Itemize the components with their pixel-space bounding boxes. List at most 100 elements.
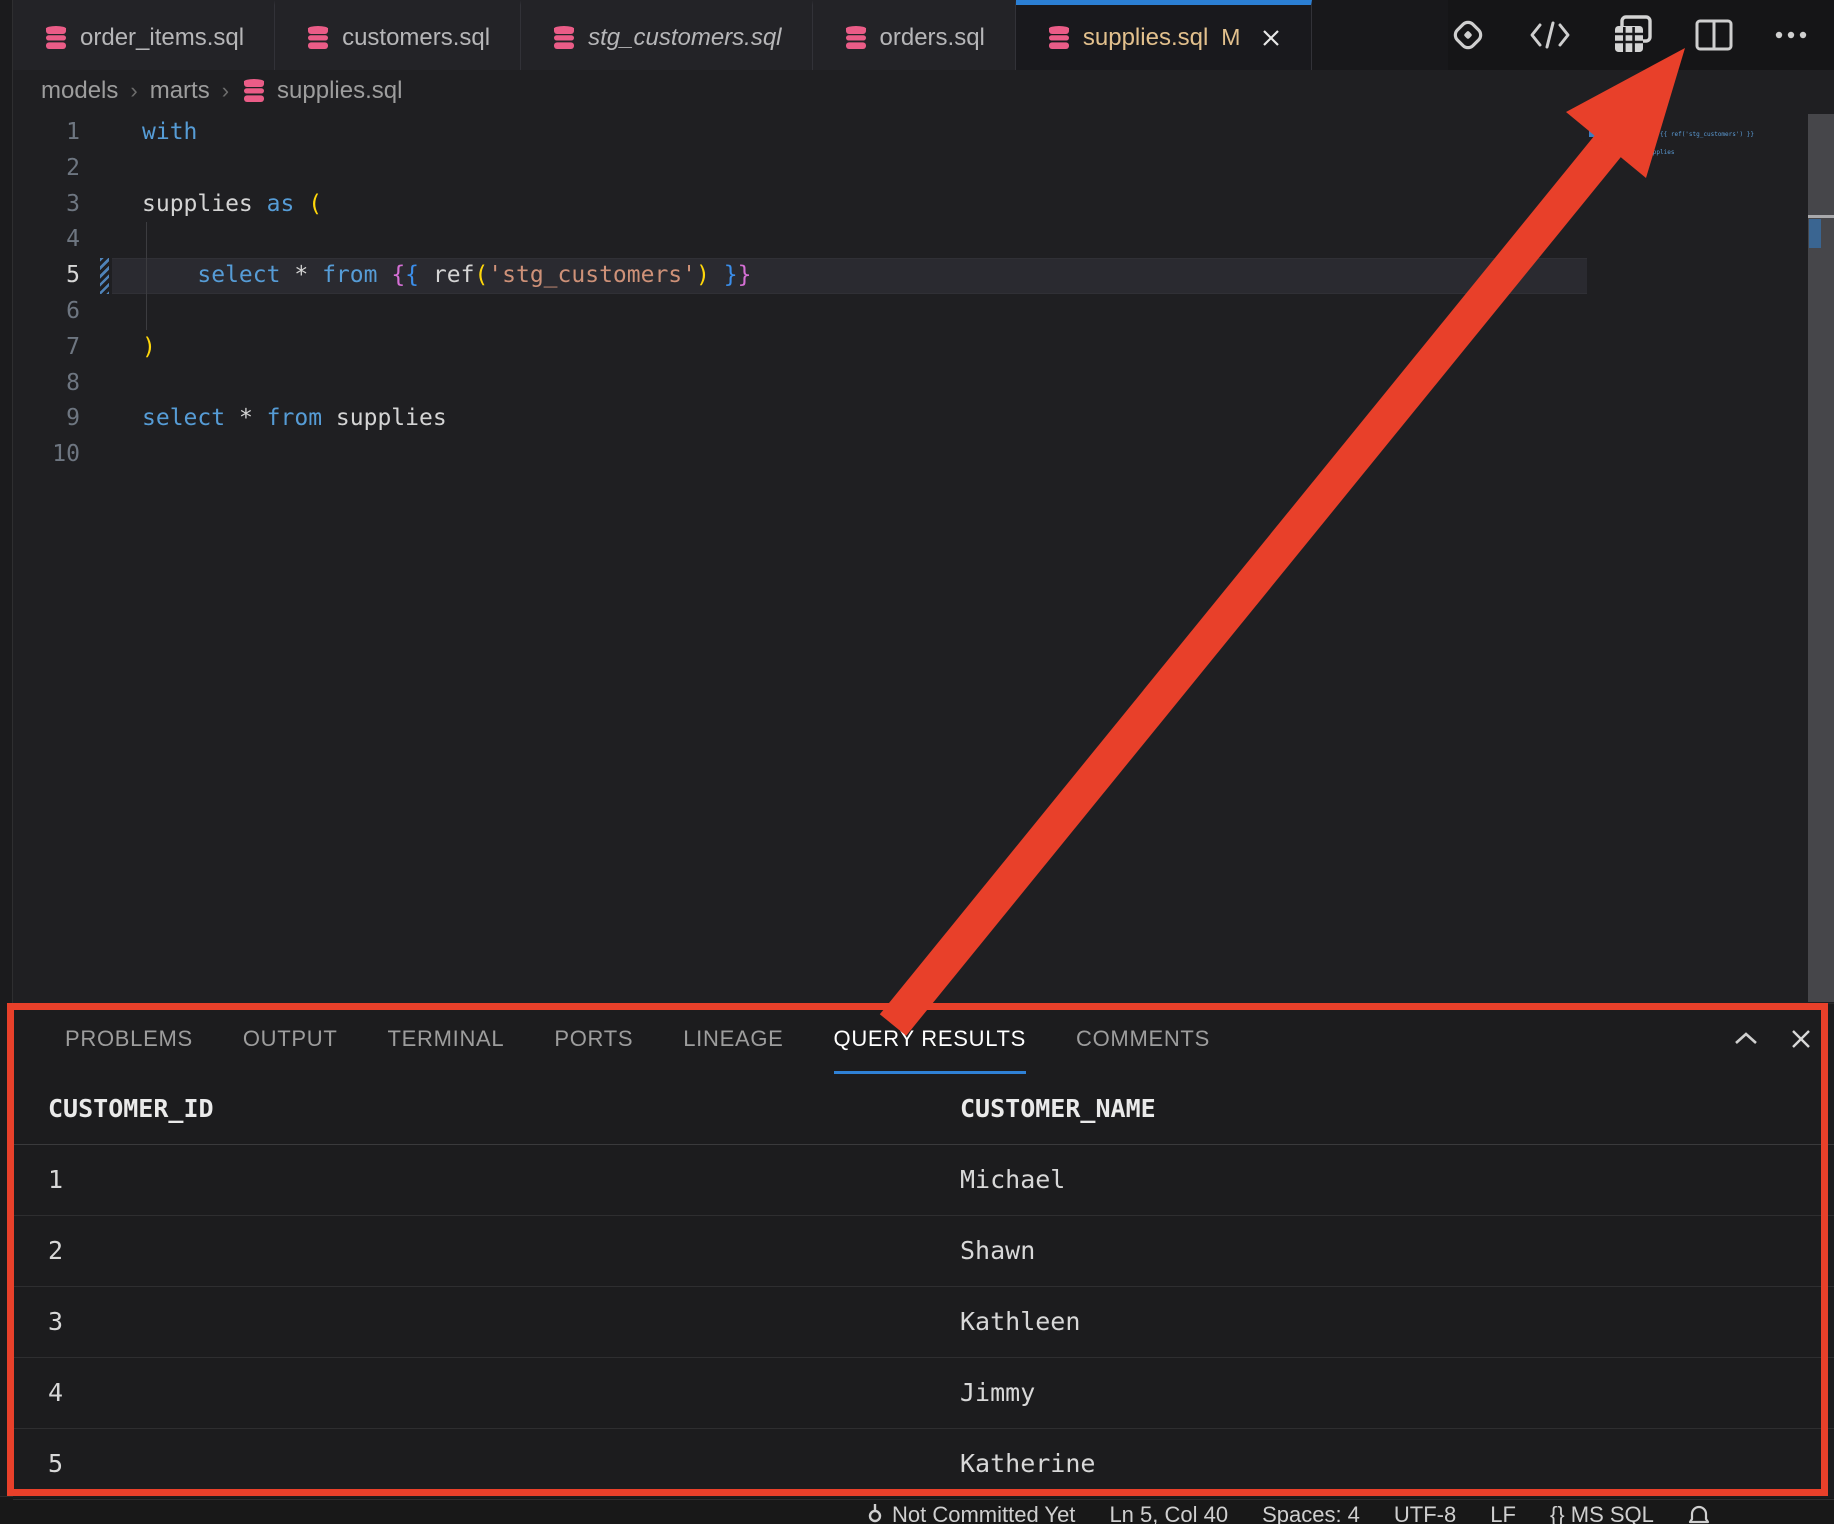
table-row[interactable]: 5Katherine bbox=[13, 1429, 1834, 1500]
editor-tab-supplies-sql[interactable]: supplies.sql M bbox=[1016, 0, 1313, 70]
close-icon[interactable] bbox=[1789, 1027, 1813, 1051]
status-label: {} MS SQL bbox=[1550, 1502, 1654, 1524]
tab-label: supplies.sql bbox=[1083, 24, 1208, 52]
bell-icon bbox=[1688, 1503, 1710, 1524]
code-line-10: 10 bbox=[13, 437, 1834, 473]
panel-tab-output[interactable]: OUTPUT bbox=[243, 1004, 338, 1074]
table-row[interactable]: 4Jimmy bbox=[13, 1358, 1834, 1429]
code-line-8: 8 bbox=[13, 366, 1834, 402]
editor-tab-orders-sql[interactable]: orders.sql bbox=[813, 0, 1016, 70]
table-cell: 3 bbox=[48, 1287, 960, 1357]
table-cell: Katherine bbox=[960, 1429, 1834, 1499]
code-line-4: 4 bbox=[13, 222, 1834, 258]
line-number: 1 bbox=[13, 115, 80, 151]
database-icon bbox=[241, 78, 267, 104]
code-line-6: 6 bbox=[13, 294, 1834, 330]
status-item-lf[interactable]: LF bbox=[1490, 1502, 1516, 1524]
table-row[interactable]: 3Kathleen bbox=[13, 1287, 1834, 1358]
code-line-7: 7) bbox=[13, 330, 1834, 366]
table-row[interactable]: 2Shawn bbox=[13, 1216, 1834, 1287]
database-icon bbox=[1046, 25, 1072, 51]
code-line-3: 3 supplies as ( bbox=[13, 187, 1834, 223]
code-line-5: 5 select * from {{ ref('stg_customers') … bbox=[13, 258, 1834, 294]
more-actions-icon[interactable] bbox=[1774, 29, 1808, 41]
editor-tab-customers-sql[interactable]: customers.sql bbox=[275, 0, 521, 70]
breadcrumb-item-supplies-sql[interactable]: supplies.sql bbox=[241, 77, 402, 105]
editor-group: order_items.sql customers.sql stg_customer… bbox=[13, 0, 1834, 1524]
editor-tab-bar: order_items.sql customers.sql stg_customer… bbox=[13, 0, 1834, 70]
editor-tabs: order_items.sql customers.sql stg_customer… bbox=[13, 0, 1312, 70]
panel-tab-lineage[interactable]: LINEAGE bbox=[683, 1004, 783, 1074]
table-cell: Jimmy bbox=[960, 1358, 1834, 1428]
database-icon bbox=[551, 25, 577, 51]
query-results-grid: CUSTOMER_IDCUSTOMER_NAME 1Michael2Shawn3… bbox=[13, 1074, 1834, 1500]
git-commit-icon bbox=[866, 1503, 884, 1524]
status-item--ms-sql[interactable]: {} MS SQL bbox=[1550, 1502, 1654, 1524]
breadcrumb-label: models bbox=[41, 77, 118, 105]
status-label: Ln 5, Col 40 bbox=[1109, 1502, 1228, 1524]
status-item-ln-5-col-40[interactable]: Ln 5, Col 40 bbox=[1109, 1502, 1228, 1524]
results-body: 1Michael2Shawn3Kathleen4Jimmy5Katherine bbox=[13, 1145, 1834, 1500]
table-cell: 2 bbox=[48, 1216, 960, 1286]
status-item-bell-icon[interactable] bbox=[1688, 1502, 1710, 1524]
line-number: 3 bbox=[13, 187, 80, 223]
code-line-1: 1 with bbox=[13, 115, 1834, 151]
status-item-spaces-4[interactable]: Spaces: 4 bbox=[1262, 1502, 1360, 1524]
status-items: Not Committed Yet Ln 5, Col 40 Spaces: 4 UT… bbox=[0, 1497, 1834, 1524]
tab-label: orders.sql bbox=[880, 24, 985, 52]
tab-close-button[interactable] bbox=[1261, 28, 1281, 48]
breadcrumb-item-marts[interactable]: marts bbox=[150, 77, 210, 105]
database-icon bbox=[843, 25, 869, 51]
editor-scrollbar[interactable] bbox=[1808, 114, 1834, 1002]
code-preview-icon[interactable] bbox=[1528, 18, 1572, 52]
database-icon bbox=[43, 25, 69, 51]
line-number: 4 bbox=[13, 222, 80, 258]
line-number: 9 bbox=[13, 401, 80, 437]
breadcrumb: models›marts›supplies.sql bbox=[13, 70, 1834, 111]
dbt-logo-icon[interactable] bbox=[1448, 15, 1488, 55]
code-text: select * from {{ ref('stg_customers') }} bbox=[142, 258, 1834, 294]
code-editor[interactable]: 1 with 23 supplies as ( 45 select * from {{ … bbox=[13, 111, 1834, 1003]
query-results-icon[interactable] bbox=[1612, 14, 1654, 56]
table-cell: Shawn bbox=[960, 1216, 1834, 1286]
panel-actions bbox=[1731, 1004, 1813, 1074]
tab-label: customers.sql bbox=[342, 24, 490, 52]
panel-tab-problems[interactable]: PROBLEMS bbox=[65, 1004, 193, 1074]
tab-label: order_items.sql bbox=[80, 24, 244, 52]
panel-tab-ports[interactable]: PORTS bbox=[554, 1004, 633, 1074]
column-header-customer_id: CUSTOMER_ID bbox=[48, 1074, 960, 1144]
table-cell: 4 bbox=[48, 1358, 960, 1428]
table-cell: Michael bbox=[960, 1145, 1834, 1215]
split-editor-icon[interactable] bbox=[1694, 18, 1734, 52]
panel-tab-query-results[interactable]: QUERY RESULTS bbox=[834, 1004, 1027, 1074]
code-text: with bbox=[142, 115, 1834, 151]
modified-badge: M bbox=[1221, 24, 1240, 51]
panel-tab-terminal[interactable]: TERMINAL bbox=[388, 1004, 505, 1074]
table-cell: 1 bbox=[48, 1145, 960, 1215]
code-text: supplies as ( bbox=[142, 187, 1834, 223]
editor-tab-order_items-sql[interactable]: order_items.sql bbox=[13, 0, 275, 70]
results-header-row: CUSTOMER_IDCUSTOMER_NAME bbox=[13, 1074, 1834, 1145]
bottom-panel: PROBLEMS OUTPUT TERMINAL PORTS LINEAGE QUERY … bbox=[13, 1003, 1834, 1498]
breadcrumb-item-models[interactable]: models bbox=[41, 77, 118, 105]
code-line-9: 9 select * from supplies bbox=[13, 401, 1834, 437]
line-number: 7 bbox=[13, 330, 80, 366]
status-label: LF bbox=[1490, 1502, 1516, 1524]
status-label: Not Committed Yet bbox=[892, 1502, 1075, 1524]
code-text: ) bbox=[142, 330, 1834, 366]
status-item-not-committed-yet[interactable]: Not Committed Yet bbox=[866, 1502, 1075, 1524]
panel-tab-comments[interactable]: COMMENTS bbox=[1076, 1004, 1210, 1074]
line-number: 6 bbox=[13, 294, 80, 330]
line-number: 2 bbox=[13, 151, 80, 187]
status-label: Spaces: 4 bbox=[1262, 1502, 1360, 1524]
breadcrumb-separator: › bbox=[130, 78, 137, 104]
table-row[interactable]: 1Michael bbox=[13, 1145, 1834, 1216]
status-item-utf-8[interactable]: UTF-8 bbox=[1394, 1502, 1456, 1524]
chevron-up-icon[interactable] bbox=[1731, 1029, 1761, 1049]
sidebar-edge bbox=[0, 0, 13, 1497]
code-text: select * from supplies bbox=[142, 401, 1834, 437]
editor-tab-stg_customers-sql[interactable]: stg_customers.sql bbox=[521, 0, 812, 70]
code-line-2: 2 bbox=[13, 151, 1834, 187]
gutter-modified-indicator bbox=[100, 258, 109, 294]
editor-actions bbox=[1448, 0, 1834, 70]
